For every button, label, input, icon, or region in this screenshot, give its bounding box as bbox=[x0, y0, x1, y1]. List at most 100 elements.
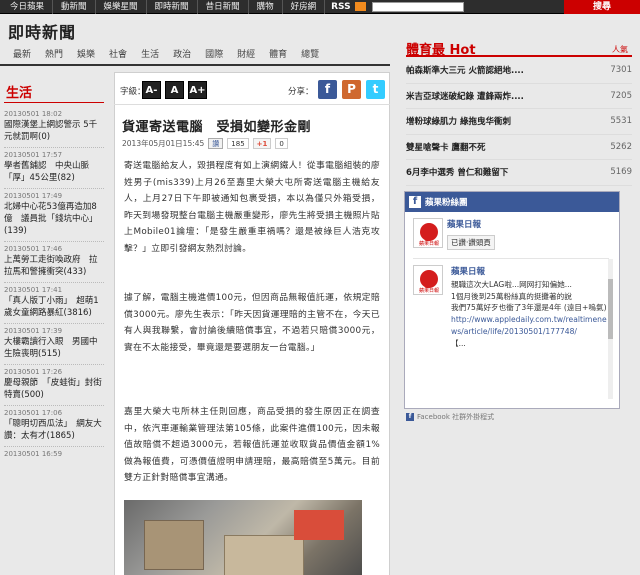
hot-item-count: 5531 bbox=[610, 116, 632, 127]
list-item-link[interactable]: 「真人版丁小雨」 超萌1歲女童網路暴紅(3816) bbox=[4, 295, 104, 319]
list-item-time: 20130501 17:46 bbox=[4, 245, 63, 253]
header-divider bbox=[0, 64, 390, 66]
category-tab[interactable]: 體育 bbox=[262, 47, 294, 63]
list-item-link[interactable]: 學者舊鋪認 中央山脈「厚」45公里(82) bbox=[4, 160, 104, 184]
rss-label[interactable]: RSS bbox=[331, 2, 351, 12]
nav-item-housing[interactable]: 好房網 bbox=[283, 0, 326, 14]
list-item-time: 20130501 16:59 bbox=[4, 450, 63, 458]
gplus-button[interactable]: +1 bbox=[252, 138, 272, 149]
article-toolbar: 字級： A- A A+ 分享： f P t bbox=[114, 79, 390, 101]
hot-list: 帕森斯準大三元 火箭認絕地.... 7301 米吉亞球迷破紀錄 遭鋒兩炸....… bbox=[406, 58, 632, 186]
list-item[interactable]: 20130501 17:39 大樓霸讀行入眼 男國中生險喪明(515) bbox=[4, 324, 104, 365]
article-datetime: 2013年05月01日15:45 bbox=[122, 139, 205, 148]
article-photo[interactable] bbox=[124, 500, 362, 575]
post-text: 【... bbox=[451, 338, 466, 348]
nav-item-archive[interactable]: 昔日新聞 bbox=[198, 0, 249, 14]
font-decrease-button[interactable]: A- bbox=[142, 81, 161, 99]
hot-item-count: 5169 bbox=[610, 167, 632, 178]
list-item-link[interactable]: 國際漢堡上網認警示 5千元就罰啊(0) bbox=[4, 119, 104, 143]
facebook-page-name[interactable]: 蘋果日報 bbox=[447, 218, 495, 230]
list-item-time: 20130501 17:06 bbox=[4, 409, 63, 417]
facebook-page: 蘋果日報 蘋果日報 已讚·讚頭頁 bbox=[413, 218, 495, 250]
facebook-like-page-button[interactable]: 已讚·讚頭頁 bbox=[447, 235, 495, 250]
category-bar: 最新 熱門 娛樂 社會 生活 政治 國際 財經 體育 總覽 bbox=[0, 47, 390, 63]
category-tab[interactable]: 總覽 bbox=[294, 47, 326, 63]
search-input[interactable] bbox=[371, 1, 464, 12]
list-item-link[interactable]: 上萬勞工走街喚政府 拉拉馬和警擁衝突(433) bbox=[4, 254, 104, 278]
category-tab[interactable]: 最新 bbox=[6, 47, 38, 63]
hot-item-link[interactable]: 6月李中選秀 曾仁和難留下 bbox=[406, 166, 508, 178]
hot-item-count: 5262 bbox=[610, 141, 632, 152]
list-item[interactable]: 20130501 16:59 bbox=[4, 447, 104, 463]
hot-item-link[interactable]: 增粉球綠肌力 綠拖曳华衝刺 bbox=[406, 115, 511, 127]
facebook-widget-title: 蘋果粉絲團 bbox=[425, 198, 468, 208]
post-text: 1個月後到25萬粉絲真的挺攤著的說 bbox=[451, 291, 572, 301]
article-paragraph: 寄送電腦給友人，毀損程度有如上演網鐵人！從事電腦組裝的廖姓男子(mis339)上… bbox=[124, 161, 380, 254]
category-tab[interactable]: 生活 bbox=[134, 47, 166, 63]
font-increase-button[interactable]: A+ bbox=[188, 81, 207, 99]
category-tab[interactable]: 國際 bbox=[198, 47, 230, 63]
search-button[interactable]: 搜尋 bbox=[564, 0, 640, 14]
hot-item-link[interactable]: 帕森斯準大三元 火箭認絕地.... bbox=[406, 64, 524, 76]
hot-item-link[interactable]: 米吉亞球迷破紀錄 遭鋒兩炸.... bbox=[406, 90, 524, 102]
hot-item[interactable]: 雙星嗆聲卡 鷹翻不死 5262 bbox=[406, 135, 632, 160]
category-tab[interactable]: 社會 bbox=[102, 47, 134, 63]
facebook-footer-text[interactable]: Facebook 社群外掛程式 bbox=[417, 412, 494, 422]
facebook-icon[interactable]: f bbox=[318, 80, 337, 99]
post-text: 親職這次大LAG啦...网网打知偏她... bbox=[451, 279, 572, 289]
list-item-link[interactable]: 大樓霸讀行入眼 男國中生險喪明(515) bbox=[4, 336, 104, 360]
post-link[interactable]: http://www.appledaily.com.tw/realtimenew… bbox=[451, 314, 607, 338]
rss-icon[interactable] bbox=[354, 2, 366, 11]
section-divider bbox=[4, 102, 104, 103]
nav-item-today[interactable]: 今日蘋果 bbox=[0, 0, 54, 14]
list-item-time: 20130501 17:57 bbox=[4, 151, 63, 159]
apple-daily-logo[interactable]: 蘋果日報 bbox=[413, 265, 443, 295]
share-label: 分享： bbox=[288, 87, 314, 97]
apple-daily-logo[interactable]: 蘋果日報 bbox=[413, 218, 443, 248]
hot-item[interactable]: 6月李中選秀 曾仁和難留下 5169 bbox=[406, 160, 632, 186]
list-item-time: 20130501 18:02 bbox=[4, 110, 63, 118]
list-item[interactable]: 20130501 18:02 國際漢堡上網認警示 5千元就罰啊(0) bbox=[4, 107, 104, 148]
nav-item-entertainment[interactable]: 娛樂星聞 bbox=[96, 0, 147, 14]
hot-item[interactable]: 米吉亞球迷破紀錄 遭鋒兩炸.... 7205 bbox=[406, 84, 632, 109]
facebook-widget-header: f 蘋果粉絲團 bbox=[405, 192, 619, 212]
gplus-count: 0 bbox=[275, 138, 288, 149]
fb-like-count: 185 bbox=[227, 138, 249, 149]
hot-item-link[interactable]: 雙星嗆聲卡 鷹翻不死 bbox=[406, 141, 485, 153]
list-item[interactable]: 20130501 17:57 學者舊鋪認 中央山脈「厚」45公里(82) bbox=[4, 148, 104, 189]
photo-detail bbox=[294, 510, 344, 540]
hot-item-count: 7301 bbox=[610, 65, 632, 76]
hot-unit-label: 人氣 bbox=[612, 45, 628, 54]
plurk-icon[interactable]: P bbox=[342, 80, 361, 99]
facebook-footer: f Facebook 社群外掛程式 bbox=[406, 412, 494, 422]
article-paragraph: 嘉里大榮大屯所林主任則回應，商品受損的發生原因正在調查中，依汽車運輸業管理法第1… bbox=[124, 407, 380, 484]
post-author[interactable]: 蘋果日報 bbox=[451, 267, 607, 279]
fb-like-button[interactable]: 讚 bbox=[208, 138, 224, 149]
list-item[interactable]: 20130501 17:06 「聰明切西瓜法」 網友大讚：太有才(1865) bbox=[4, 406, 104, 447]
facebook-scrollbar[interactable] bbox=[608, 259, 613, 399]
category-tab[interactable]: 熱門 bbox=[38, 47, 70, 63]
post-text: 我們75萬好歹也衝了3年還是4年 (遠目+嗚氣) bbox=[451, 303, 607, 313]
list-item-link[interactable]: 「聰明切西瓜法」 網友大讚：太有才(1865) bbox=[4, 418, 104, 442]
hot-item-count: 7205 bbox=[610, 90, 632, 101]
category-tab[interactable]: 財經 bbox=[230, 47, 262, 63]
category-tab[interactable]: 娛樂 bbox=[70, 47, 102, 63]
twitter-icon[interactable]: t bbox=[366, 80, 385, 99]
list-item[interactable]: 20130501 17:49 北婦中心花53億再造加8億 議員批「錢坑中心」(1… bbox=[4, 189, 104, 242]
article-meta: 2013年05月01日15:45 讚 185 +1 0 bbox=[122, 138, 288, 149]
font-default-button[interactable]: A bbox=[165, 81, 184, 99]
list-item-link[interactable]: 北婦中心花53億再造加8億 議員批「錢坑中心」(139) bbox=[4, 201, 104, 237]
nav-item-shopping[interactable]: 購物 bbox=[249, 0, 283, 14]
hot-item[interactable]: 增粉球綠肌力 綠拖曳华衝刺 5531 bbox=[406, 109, 632, 135]
list-item[interactable]: 20130501 17:46 上萬勞工走街喚政府 拉拉馬和警擁衝突(433) bbox=[4, 242, 104, 283]
hot-item[interactable]: 帕森斯準大三元 火箭認絕地.... 7301 bbox=[406, 58, 632, 84]
category-tab[interactable]: 政治 bbox=[166, 47, 198, 63]
news-list: 20130501 18:02 國際漢堡上網認警示 5千元就罰啊(0) 20130… bbox=[4, 107, 104, 463]
list-item[interactable]: 20130501 17:41 「真人版丁小雨」 超萌1歲女童網路暴紅(3816) bbox=[4, 283, 104, 324]
list-item-time: 20130501 17:39 bbox=[4, 327, 63, 335]
nav-item-animated-news[interactable]: 動新聞 bbox=[53, 0, 96, 14]
nav-item-realtime[interactable]: 即時新聞 bbox=[147, 0, 198, 14]
list-item[interactable]: 20130501 17:26 慶母親節 「皮蛙街」封街特賣(500) bbox=[4, 365, 104, 406]
facebook-widget: f 蘋果粉絲團 蘋果日報 蘋果日報 已讚·讚頭頁 蘋果日報 蘋果日報 親職這次大… bbox=[404, 191, 620, 409]
list-item-link[interactable]: 慶母親節 「皮蛙街」封街特賣(500) bbox=[4, 377, 104, 401]
